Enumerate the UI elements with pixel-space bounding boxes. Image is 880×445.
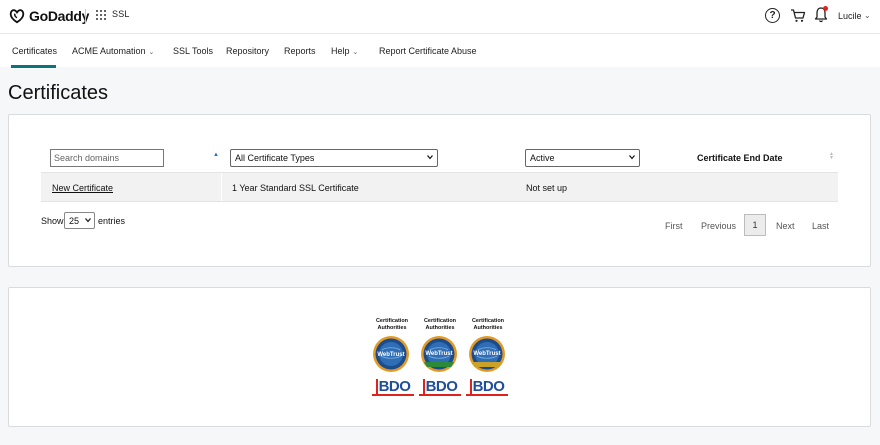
pagination-last[interactable]: Last <box>812 221 829 231</box>
notification-dot <box>823 6 828 11</box>
cell-divider <box>221 173 222 201</box>
bdo-bar-icon <box>469 378 472 394</box>
certificate-link[interactable]: New Certificate <box>52 183 113 193</box>
sort-ascending-icon[interactable]: ▲ <box>213 152 219 158</box>
chevron-down-icon[interactable]: ⌄ <box>864 11 871 20</box>
nav-report-certificate-abuse[interactable]: Report Certificate Abuse <box>379 46 477 56</box>
table-row <box>41 172 838 202</box>
chevron-down-icon: ⌄ <box>148 49 155 56</box>
product-label[interactable]: SSL <box>112 9 130 19</box>
search-input[interactable] <box>50 149 164 167</box>
webtrust-seal-icon: WebTrust <box>469 336 505 372</box>
svg-text:WebTrust: WebTrust <box>377 352 404 358</box>
godaddy-logo[interactable]: GoDaddy <box>8 7 89 25</box>
active-tab-indicator <box>11 65 56 68</box>
certificate-type-select[interactable]: All Certificate Types <box>230 149 438 167</box>
pagination-next[interactable]: Next <box>776 221 795 231</box>
status-value: Active <box>530 153 555 163</box>
column-header-end-date[interactable]: Certificate End Date <box>697 153 783 163</box>
chevron-down-icon <box>629 155 635 160</box>
entries-label: entries <box>98 216 126 226</box>
entries-value: 25 <box>69 215 80 226</box>
webtrust-seal-icon: WebTrust <box>421 336 457 372</box>
bdo-logo[interactable]: BDO <box>466 377 508 396</box>
bdo-underline <box>419 394 461 396</box>
nav-help[interactable]: Help ⌄ <box>331 46 358 56</box>
user-menu[interactable]: Lucile <box>838 11 862 21</box>
webtrust-seal-icon: WebTrust <box>373 336 409 372</box>
certificate-type-cell: 1 Year Standard SSL Certificate <box>232 183 359 193</box>
bdo-bar-icon <box>375 378 378 394</box>
pagination-previous[interactable]: Previous <box>701 221 736 231</box>
nav-ssl-tools[interactable]: SSL Tools <box>173 46 213 56</box>
webtrust-badge[interactable]: Certification Authorities WebTrust <box>372 318 412 378</box>
nav-repository[interactable]: Repository <box>226 46 269 56</box>
nav-certificates[interactable]: Certificates <box>12 46 57 56</box>
apps-grid-icon[interactable] <box>96 10 106 20</box>
webtrust-badge[interactable]: Certification Authorities WebTrust <box>420 318 460 378</box>
chevron-down-icon <box>427 155 433 160</box>
cart-icon[interactable] <box>790 8 806 23</box>
entries-select[interactable]: 25 <box>64 212 95 229</box>
badge-caption: Certification Authorities <box>375 318 409 331</box>
bdo-bar-icon <box>422 378 425 394</box>
badge-caption: Certification Authorities <box>471 318 505 331</box>
chevron-down-icon: ⌄ <box>352 49 359 56</box>
pagination-first[interactable]: First <box>665 221 683 231</box>
brand-name: GoDaddy <box>29 8 90 24</box>
sort-icon[interactable]: ▲ ▼ <box>829 152 834 161</box>
chevron-down-icon <box>85 218 91 223</box>
help-icon[interactable]: ? <box>765 8 780 23</box>
pagination-current-page[interactable]: 1 <box>744 214 766 236</box>
badge-caption: Certification Authorities <box>423 318 457 331</box>
certificate-type-value: All Certificate Types <box>235 153 315 163</box>
godaddy-logo-icon <box>9 9 25 24</box>
header-divider <box>85 9 86 23</box>
bdo-underline <box>466 394 508 396</box>
nav-reports[interactable]: Reports <box>284 46 316 56</box>
top-header: GoDaddy SSL ? Lucile ⌄ <box>0 0 880 33</box>
page-title: Certificates <box>8 82 109 104</box>
webtrust-badge[interactable]: Certification Authorities WebTrust <box>468 318 508 378</box>
bdo-logo[interactable]: BDO <box>419 377 461 396</box>
nav-acme-automation[interactable]: ACME Automation ⌄ <box>72 46 154 56</box>
bdo-logo[interactable]: BDO <box>372 377 414 396</box>
status-select[interactable]: Active <box>525 149 640 167</box>
bdo-underline <box>372 394 414 396</box>
svg-text:WebTrust: WebTrust <box>473 351 500 357</box>
main-nav: Certificates ACME Automation ⌄ SSL Tools … <box>0 33 880 68</box>
svg-text:WebTrust: WebTrust <box>425 351 452 357</box>
show-label: Show <box>41 216 64 226</box>
certificate-status-cell: Not set up <box>526 183 568 193</box>
